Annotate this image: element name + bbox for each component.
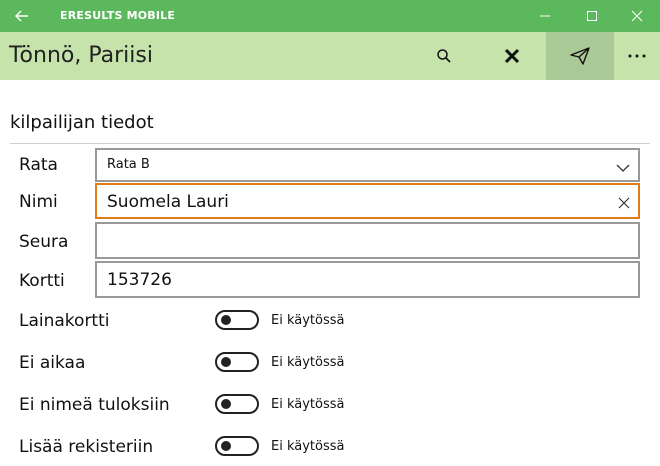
toggle-knob	[221, 315, 231, 325]
search-icon[interactable]	[410, 32, 478, 80]
seura-label: Seura	[19, 232, 69, 252]
toggle-knob	[221, 357, 231, 367]
section-title: kilpailijan tiedot	[10, 112, 154, 133]
ei-nimea-label: Ei nimeä tuloksiin	[19, 395, 170, 415]
nimi-label: Nimi	[19, 192, 58, 212]
lainakortti-toggle[interactable]	[215, 310, 259, 330]
rata-label: Rata	[19, 155, 58, 175]
kortti-value: 153726	[107, 270, 172, 290]
nimi-input[interactable]: Suomela Lauri	[95, 183, 640, 219]
close-icon[interactable]	[614, 0, 660, 32]
divider	[10, 143, 650, 144]
kortti-input[interactable]: 153726	[95, 261, 640, 298]
window-title: ERESULTS MOBILE	[60, 9, 176, 22]
nimi-value: Suomela Lauri	[107, 192, 229, 212]
lisaa-rekisteriin-toggle[interactable]	[215, 436, 259, 456]
ei-aikaa-toggle[interactable]	[215, 352, 259, 372]
clear-icon[interactable]	[618, 194, 630, 213]
lisaa-rekisteriin-state: Ei käytössä	[271, 439, 345, 454]
chevron-down-icon	[616, 158, 630, 177]
ei-nimea-state: Ei käytössä	[271, 397, 345, 412]
minimize-icon[interactable]	[522, 0, 568, 32]
send-icon[interactable]	[546, 32, 614, 80]
ei-aikaa-label: Ei aikaa	[19, 353, 86, 373]
toggle-knob	[221, 441, 231, 451]
window-titlebar: ERESULTS MOBILE	[0, 0, 660, 32]
x-icon[interactable]	[478, 32, 546, 80]
page-title: Tönnö, Pariisi	[9, 43, 153, 68]
toggle-knob	[221, 399, 231, 409]
app-bar: Tönnö, Pariisi	[0, 32, 660, 80]
seura-input[interactable]	[95, 222, 640, 259]
more-icon[interactable]	[614, 32, 660, 80]
rata-value: Rata B	[107, 157, 150, 172]
lainakortti-state: Ei käytössä	[271, 313, 345, 328]
kortti-label: Kortti	[19, 271, 65, 291]
maximize-icon[interactable]	[569, 0, 615, 32]
ei-nimea-toggle[interactable]	[215, 394, 259, 414]
rata-select[interactable]: Rata B	[95, 148, 640, 182]
lisaa-rekisteriin-label: Lisää rekisteriin	[19, 437, 154, 457]
ei-aikaa-state: Ei käytössä	[271, 355, 345, 370]
back-arrow-icon[interactable]	[8, 4, 36, 28]
lainakortti-label: Lainakortti	[19, 311, 110, 331]
